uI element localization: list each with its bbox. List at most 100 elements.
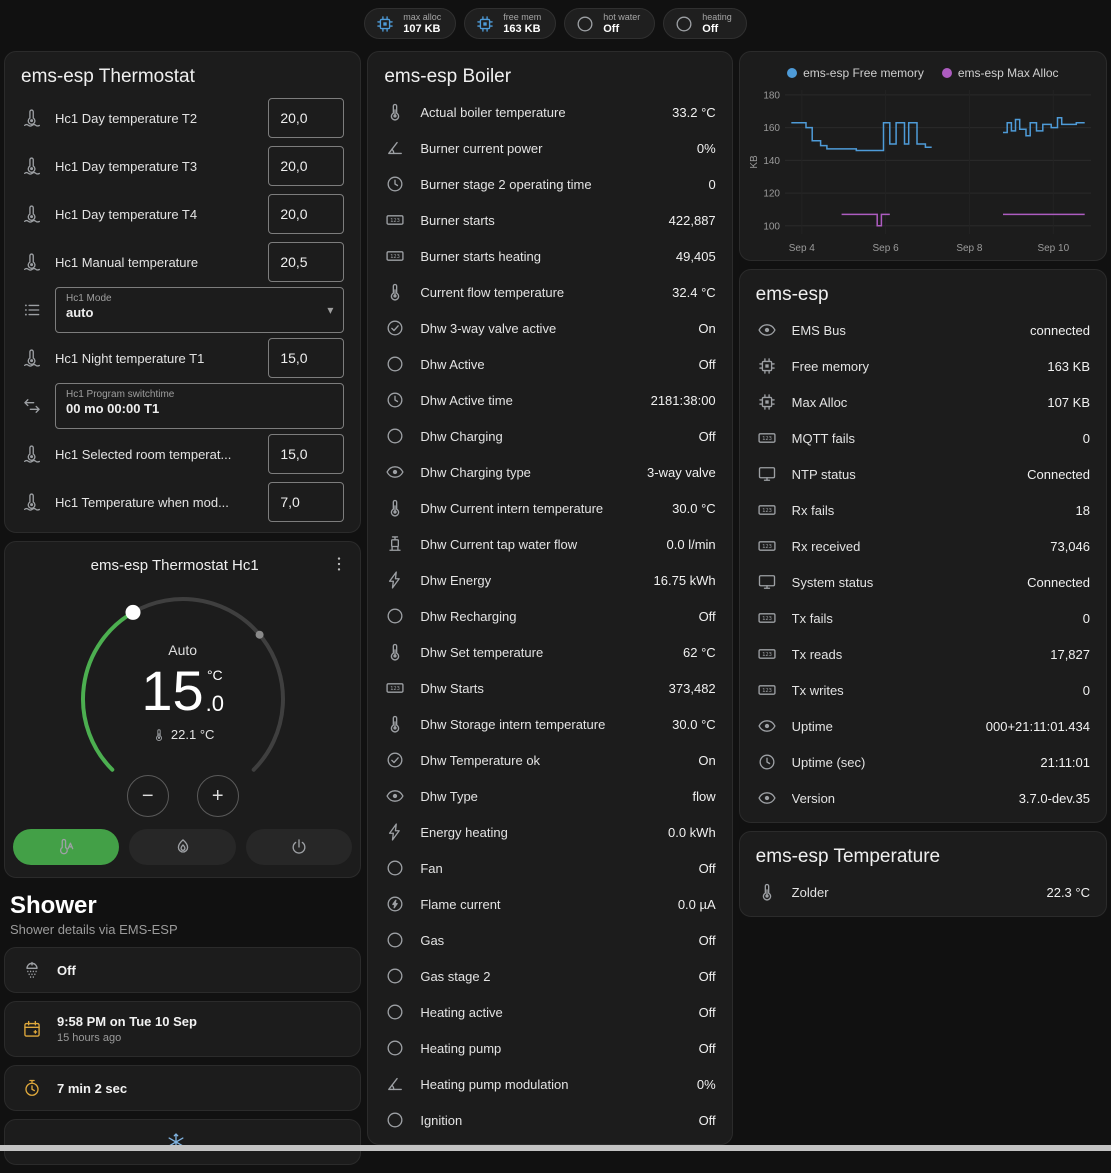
entity-row[interactable]: Current flow temperature32.4 °C — [368, 274, 731, 310]
thermo-water-icon — [21, 108, 43, 128]
badge-value: Off — [702, 23, 732, 36]
entity-row[interactable]: Dhw 3-way valve activeOn — [368, 310, 731, 346]
entity-row[interactable]: 123Tx reads17,827 — [740, 636, 1106, 672]
entity-row[interactable]: Energy heating0.0 kWh — [368, 814, 731, 850]
column-left: ems-esp Thermostat Hc1 Day temperature T… — [4, 51, 361, 1173]
mode-off-button[interactable] — [246, 829, 352, 865]
eye-icon — [756, 320, 778, 340]
entity-row[interactable]: Dhw Storage intern temperature30.0 °C — [368, 706, 731, 742]
check-circle-icon — [384, 750, 406, 770]
mode-heat-button[interactable] — [129, 829, 235, 865]
thermostat-row: Hc1 Night temperature T115,0 — [5, 334, 360, 382]
entity-row[interactable]: Dhw Current tap water flow0.0 l/min — [368, 526, 731, 562]
entity-row[interactable]: Gas stage 2Off — [368, 958, 731, 994]
shower-icon — [21, 960, 43, 980]
number-input[interactable]: 20,0 — [268, 146, 344, 186]
entity-row[interactable]: GasOff — [368, 922, 731, 958]
dial-handle[interactable] — [125, 605, 140, 620]
mode-auto-button[interactable] — [13, 829, 119, 865]
entity-row[interactable]: Burner current power0% — [368, 130, 731, 166]
counter-icon: 123 — [384, 246, 406, 266]
mode-select[interactable]: Hc1 Modeauto▾ — [55, 287, 344, 333]
entity-row[interactable]: Zolder22.3 °C — [740, 874, 1106, 910]
entity-row[interactable]: Dhw Active time2181:38:00 — [368, 382, 731, 418]
badge-free-mem[interactable]: free mem163 KB — [464, 8, 556, 39]
entity-row[interactable]: Uptime (sec)21:11:01 — [740, 744, 1106, 780]
number-input[interactable]: 20,0 — [268, 98, 344, 138]
entity-row[interactable]: Heating activeOff — [368, 994, 731, 1030]
entity-row[interactable]: Dhw ChargingOff — [368, 418, 731, 454]
entity-row[interactable]: Flame current0.0 µA — [368, 886, 731, 922]
entity-row[interactable]: 123Burner starts heating49,405 — [368, 238, 731, 274]
entity-row[interactable]: NTP statusConnected — [740, 456, 1106, 492]
decrease-temp-button[interactable]: − — [127, 775, 169, 817]
dial-track-arc — [133, 599, 283, 770]
entity-row[interactable]: Dhw Current intern temperature30.0 °C — [368, 490, 731, 526]
entity-row[interactable]: 123Burner starts422,887 — [368, 202, 731, 238]
thermostat-row: Hc1 Day temperature T420,0 — [5, 190, 360, 238]
shower-item-card[interactable]: 7 min 2 sec — [4, 1065, 361, 1111]
entity-row[interactable]: 123Tx writes0 — [740, 672, 1106, 708]
entity-row[interactable]: Uptime000+21:11:01.434 — [740, 708, 1106, 744]
more-options-button[interactable] — [328, 554, 350, 577]
entity-row[interactable]: FanOff — [368, 850, 731, 886]
entity-row[interactable]: Dhw Energy16.75 kWh — [368, 562, 731, 598]
chip-icon — [756, 392, 778, 412]
eye-icon — [756, 716, 778, 736]
number-input[interactable]: 20,0 — [268, 194, 344, 234]
shower-item-card[interactable]: 9:58 PM on Tue 10 Sep15 hours ago — [4, 1001, 361, 1057]
entity-row[interactable]: Max Alloc107 KB — [740, 384, 1106, 420]
entity-name: Dhw Type — [420, 789, 678, 804]
badge-max-alloc[interactable]: max alloc107 KB — [364, 8, 456, 39]
entity-name: Dhw Charging type — [420, 465, 633, 480]
shower-item-card[interactable] — [4, 1119, 361, 1165]
entity-name: Heating active — [420, 1005, 684, 1020]
entity-row[interactable]: Dhw RechargingOff — [368, 598, 731, 634]
entity-row[interactable]: Dhw Typeflow — [368, 778, 731, 814]
entity-row[interactable]: Heating pump modulation0% — [368, 1066, 731, 1102]
entity-row[interactable]: Heating pumpOff — [368, 1030, 731, 1066]
number-input[interactable]: 15,0 — [268, 338, 344, 378]
entity-value: 107 KB — [1047, 395, 1090, 410]
eye-icon — [384, 462, 406, 482]
badge-hot-water[interactable]: hot waterOff — [564, 8, 655, 39]
entity-row[interactable]: Dhw Charging type3-way valve — [368, 454, 731, 490]
entity-name: Fan — [420, 861, 684, 876]
entity-row[interactable]: EMS Busconnected — [740, 312, 1106, 348]
entity-row[interactable]: Actual boiler temperature33.2 °C — [368, 94, 731, 130]
legend-item[interactable]: ems-esp Max Alloc — [942, 66, 1059, 80]
number-input[interactable]: 7,0 — [268, 482, 344, 522]
badge-label: free mem — [503, 12, 541, 23]
entity-value: Off — [699, 969, 716, 984]
entity-row[interactable]: Free memory163 KB — [740, 348, 1106, 384]
horizontal-scrollbar[interactable] — [0, 1145, 1111, 1151]
entity-value: 0 — [708, 177, 715, 192]
entity-row[interactable]: Burner stage 2 operating time0 — [368, 166, 731, 202]
shower-item-card[interactable]: Off — [4, 947, 361, 993]
thermostat-row: Hc1 Temperature when mod...7,0 — [5, 478, 360, 526]
number-input[interactable]: 15,0 — [268, 434, 344, 474]
flash-icon — [384, 570, 406, 590]
chip-icon — [374, 14, 396, 34]
entity-row[interactable]: Dhw ActiveOff — [368, 346, 731, 382]
entity-row[interactable]: IgnitionOff — [368, 1102, 731, 1138]
entity-name: Ignition — [420, 1113, 684, 1128]
clock-icon — [756, 752, 778, 772]
number-input[interactable]: 20,5 — [268, 242, 344, 282]
entity-row[interactable]: 123Rx fails18 — [740, 492, 1106, 528]
increase-temp-button[interactable]: + — [197, 775, 239, 817]
badge-heating[interactable]: heatingOff — [663, 8, 747, 39]
legend-item[interactable]: ems-esp Free memory — [787, 66, 924, 80]
entity-row[interactable]: 123Rx received73,046 — [740, 528, 1106, 564]
entity-row[interactable]: 123MQTT fails0 — [740, 420, 1106, 456]
entity-row[interactable]: Dhw Set temperature62 °C — [368, 634, 731, 670]
switchtime-field[interactable]: Hc1 Program switchtime00 mo 00:00 T1 — [55, 383, 344, 429]
entity-value: 422,887 — [669, 213, 716, 228]
entity-row[interactable]: 123Tx fails0 — [740, 600, 1106, 636]
entity-row[interactable]: Dhw Temperature okOn — [368, 742, 731, 778]
entity-value: 18 — [1076, 503, 1090, 518]
entity-row[interactable]: 123Dhw Starts373,482 — [368, 670, 731, 706]
entity-row[interactable]: Version3.7.0-dev.35 — [740, 780, 1106, 816]
entity-row[interactable]: System statusConnected — [740, 564, 1106, 600]
entity-name: Uptime — [792, 719, 972, 734]
